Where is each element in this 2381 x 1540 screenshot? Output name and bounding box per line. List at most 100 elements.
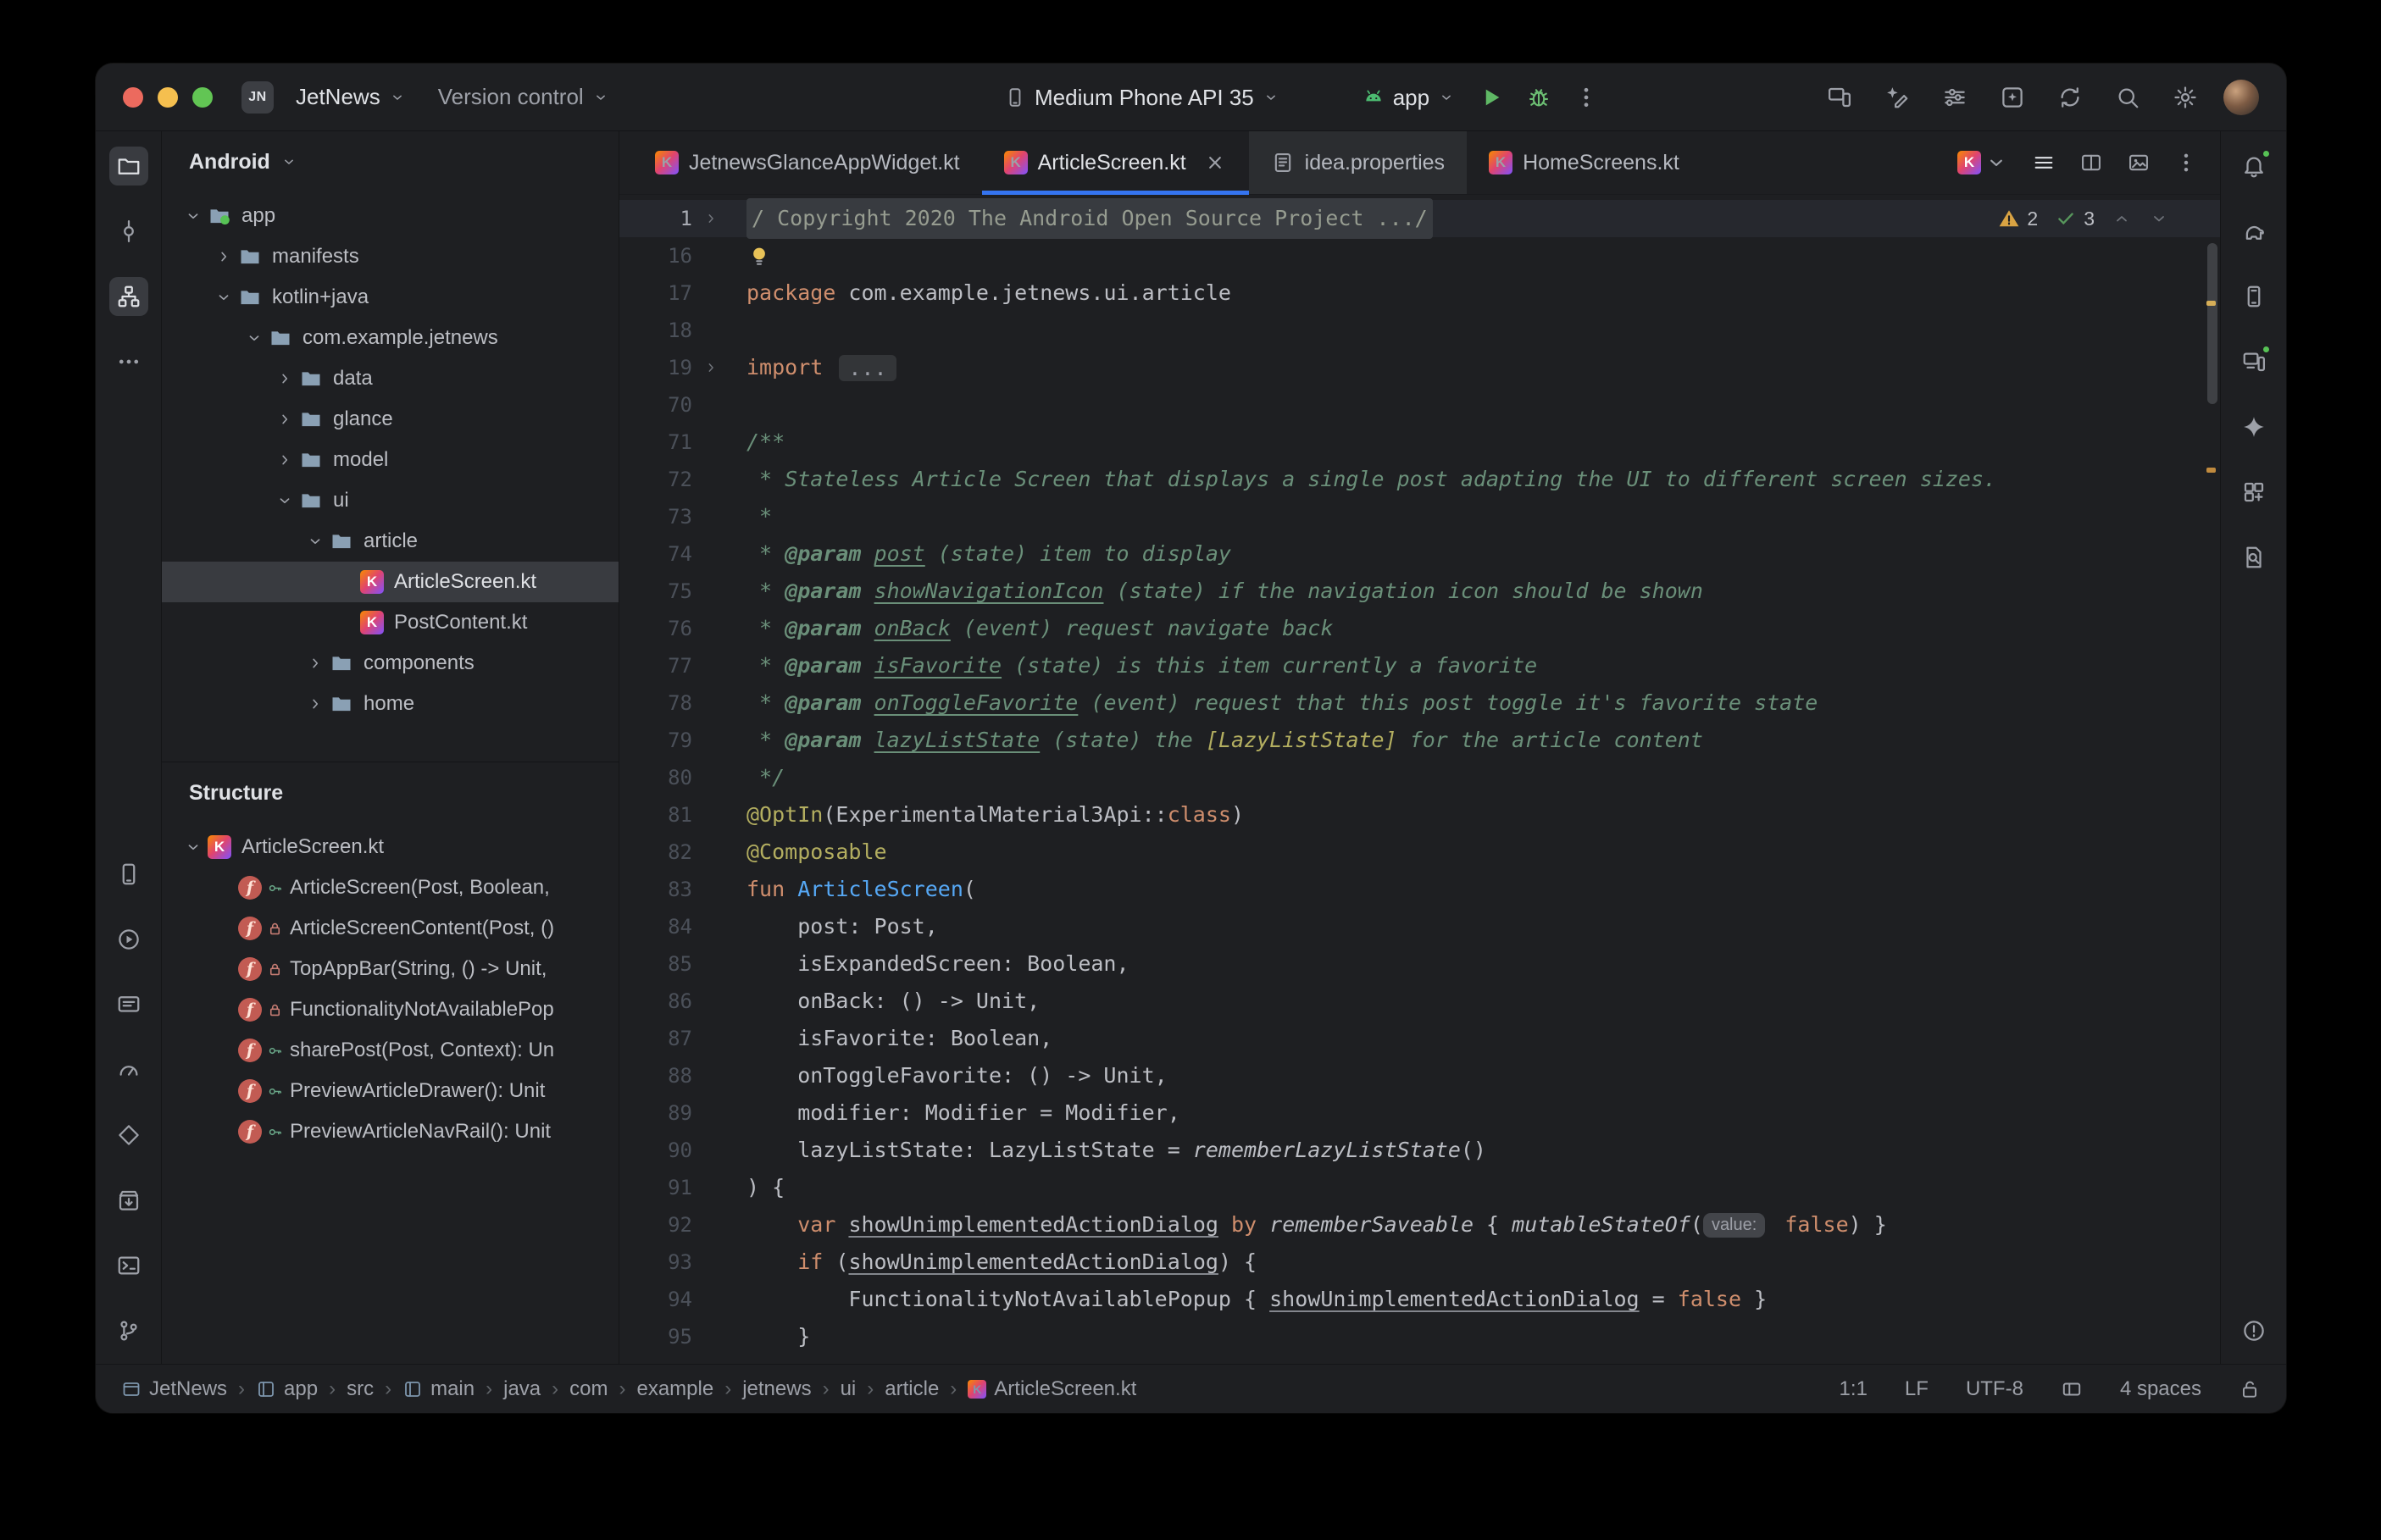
code-line-93[interactable]: 93 if (showUnimplementedActionDialog) {: [619, 1244, 2220, 1281]
project-item-manifests[interactable]: manifests: [162, 236, 619, 277]
kotlin-file-switcher[interactable]: K: [1957, 151, 2008, 174]
search-button[interactable]: [2108, 78, 2147, 117]
breadcrumb-com[interactable]: com: [569, 1377, 608, 1401]
breadcrumb-article[interactable]: article: [885, 1377, 939, 1401]
code-line-92[interactable]: 92 var showUnimplementedActionDialog by …: [619, 1206, 2220, 1244]
chevron-down-icon[interactable]: [179, 838, 208, 856]
code-view-icon[interactable]: [2032, 151, 2056, 174]
toolbar-sliders-button[interactable]: [1935, 78, 1974, 117]
run-tool-button[interactable]: [109, 920, 148, 959]
zoom-window-button[interactable]: [192, 87, 213, 108]
warnings-count[interactable]: 2: [1998, 200, 2038, 237]
code-line-89[interactable]: 89 modifier: Modifier = Modifier,: [619, 1094, 2220, 1132]
running-devices-tool-button[interactable]: [2234, 342, 2273, 381]
code-line-17[interactable]: 17package com.example.jetnews.ui.article: [619, 274, 2220, 312]
structure-item-articlescreencontent-post[interactable]: fArticleScreenContent(Post, (): [162, 908, 619, 949]
code-line-87[interactable]: 87 isFavorite: Boolean,: [619, 1020, 2220, 1057]
next-problem-icon[interactable]: [2149, 208, 2169, 229]
sync-button[interactable]: [2051, 78, 2090, 117]
code-line-74[interactable]: 74 * @param post (state) item to display: [619, 535, 2220, 573]
chevron-right-icon[interactable]: [301, 695, 330, 713]
version-control-menu[interactable]: Version control: [430, 77, 618, 117]
chevron-down-icon[interactable]: [209, 288, 238, 307]
code-line-72[interactable]: 72 * Stateless Article Screen that displ…: [619, 461, 2220, 498]
chevron-right-icon[interactable]: [301, 654, 330, 673]
project-item-postcontent-kt[interactable]: KPostContent.kt: [162, 602, 619, 643]
notifications-button[interactable]: [2234, 147, 2273, 186]
code-line-94[interactable]: 94 FunctionalityNotAvailablePopup { show…: [619, 1281, 2220, 1318]
breadcrumb-ui[interactable]: ui: [841, 1377, 857, 1401]
code-line-80[interactable]: 80 */: [619, 759, 2220, 796]
breadcrumb-articlescreen-kt[interactable]: KArticleScreen.kt: [968, 1377, 1136, 1401]
breadcrumb-example[interactable]: example: [636, 1377, 713, 1401]
device-mirror-button[interactable]: [1820, 78, 1859, 117]
structure-tool-button[interactable]: [109, 277, 148, 316]
device-selector[interactable]: Medium Phone API 35: [996, 78, 1288, 118]
code-line-90[interactable]: 90 lazyListState: LazyListState = rememb…: [619, 1132, 2220, 1169]
run-config-selector[interactable]: app: [1354, 78, 1463, 118]
commit-button[interactable]: [109, 212, 148, 251]
chevron-right-icon[interactable]: [270, 410, 299, 429]
plugins-button[interactable]: [1993, 78, 2032, 117]
unlock-icon[interactable]: [2239, 1378, 2261, 1400]
code-line-91[interactable]: 91) {: [619, 1169, 2220, 1206]
passed-checks-count[interactable]: 3: [2055, 200, 2095, 237]
project-menu[interactable]: JetNews: [287, 77, 414, 117]
code-line-83[interactable]: 83fun ArticleScreen(: [619, 871, 2220, 908]
tab-idea-properties[interactable]: idea.properties: [1249, 131, 1467, 194]
code-line-70[interactable]: 70: [619, 386, 2220, 424]
more-run-actions-button[interactable]: [1567, 78, 1606, 117]
chevron-down-icon[interactable]: [270, 491, 299, 510]
fold-collapsed-icon[interactable]: [692, 200, 730, 237]
chevron-down-icon[interactable]: [240, 329, 269, 347]
breadcrumb-main[interactable]: main: [402, 1377, 475, 1401]
run-button[interactable]: [1472, 78, 1511, 117]
breadcrumb-java[interactable]: java: [503, 1377, 541, 1401]
user-avatar[interactable]: [2223, 80, 2259, 115]
code-line-79[interactable]: 79 * @param lazyListState (state) the [L…: [619, 722, 2220, 759]
project-item-articlescreen-kt[interactable]: KArticleScreen.kt: [162, 562, 619, 602]
code-line-86[interactable]: 86 onBack: () -> Unit,: [619, 983, 2220, 1020]
minimize-window-button[interactable]: [158, 87, 178, 108]
debug-button[interactable]: [1519, 78, 1558, 117]
status-1-1[interactable]: 1:1: [1840, 1377, 1868, 1401]
structure-item-functionalitynotavailablepop[interactable]: fFunctionalityNotAvailablePop: [162, 989, 619, 1030]
close-tab-icon[interactable]: [1203, 151, 1227, 174]
warning-stripe-mark[interactable]: [2206, 301, 2216, 306]
status-4-spaces[interactable]: 4 spaces: [2120, 1377, 2201, 1401]
tab-articlescreen-kt[interactable]: KArticleScreen.kt: [982, 131, 1249, 194]
settings-gear-button[interactable]: [2166, 78, 2205, 117]
version-control-tool-button[interactable]: [109, 1311, 148, 1350]
code-line-73[interactable]: 73 *: [619, 498, 2220, 535]
structure-item-previewarticlenavrail-unit[interactable]: fPreviewArticleNavRail(): Unit: [162, 1111, 619, 1152]
code-editor[interactable]: 1/ Copyright 2020 The Android Open Sourc…: [619, 195, 2220, 1364]
split-view-icon[interactable]: [2079, 151, 2103, 174]
project-item-article[interactable]: article: [162, 521, 619, 562]
chevron-right-icon[interactable]: [270, 451, 299, 469]
ai-assistant-button[interactable]: [1878, 78, 1917, 117]
structure-item-articlescreen-post-boolean[interactable]: fArticleScreen(Post, Boolean,: [162, 867, 619, 908]
code-line-76[interactable]: 76 * @param onBack (event) request navig…: [619, 610, 2220, 647]
structure-item-previewarticledrawer-unit[interactable]: fPreviewArticleDrawer(): Unit: [162, 1071, 619, 1111]
project-item-app[interactable]: app: [162, 196, 619, 236]
project-folder-button[interactable]: [109, 147, 148, 186]
project-item-data[interactable]: data: [162, 358, 619, 399]
code-line-71[interactable]: 71/**: [619, 424, 2220, 461]
warning-stripe-mark[interactable]: [2206, 468, 2216, 473]
profiler-button[interactable]: [109, 1050, 148, 1089]
gradle-button[interactable]: [2234, 212, 2273, 251]
code-line-1[interactable]: 1/ Copyright 2020 The Android Open Sourc…: [619, 200, 2220, 237]
project-item-model[interactable]: model: [162, 440, 619, 480]
find-usages-button[interactable]: [2234, 538, 2273, 577]
code-line-81[interactable]: 81@OptIn(ExperimentalMaterial3Api::class…: [619, 796, 2220, 834]
resource-manager-button[interactable]: [2234, 473, 2273, 512]
code-line-78[interactable]: 78 * @param onToggleFavorite (event) req…: [619, 684, 2220, 722]
tab-jetnewsglanceappwidget-kt[interactable]: KJetnewsGlanceAppWidget.kt: [633, 131, 982, 194]
code-line-16[interactable]: 16: [619, 237, 2220, 274]
code-line-75[interactable]: 75 * @param showNavigationIcon (state) i…: [619, 573, 2220, 610]
chevron-right-icon[interactable]: [270, 369, 299, 388]
project-item-com-example-jetnews[interactable]: com.example.jetnews: [162, 318, 619, 358]
code-line-82[interactable]: 82@Composable: [619, 834, 2220, 871]
fold-collapsed-icon[interactable]: [692, 349, 730, 386]
project-item-home[interactable]: home: [162, 684, 619, 724]
